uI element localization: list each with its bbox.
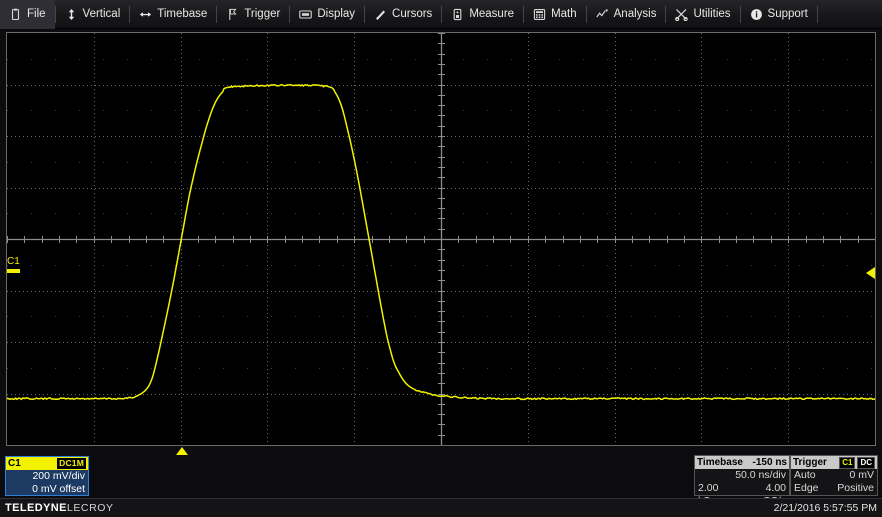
trigger-mode: Auto xyxy=(794,469,816,482)
brand-teledyne: TELEDYNE xyxy=(5,502,67,514)
channel-descriptor-c1[interactable]: C1 DC1M 200 mV/div 0 mV offset xyxy=(5,456,89,496)
oscilloscope-app: File Vertical Timebase xyxy=(0,0,882,517)
menu-item-file[interactable]: File xyxy=(0,0,55,29)
menu-item-support[interactable]: Support xyxy=(741,0,817,29)
menu-item-analysis[interactable]: Analysis xyxy=(587,0,666,29)
channel-coupling-badge[interactable]: DC1M xyxy=(57,458,86,469)
timebase-delay: -150 ns xyxy=(753,458,787,468)
trigger-descriptor[interactable]: Trigger C1 DC Auto 0 mV Edge Positive xyxy=(790,455,878,496)
menu-label: Support xyxy=(768,8,808,20)
menu-label: Utilities xyxy=(693,8,730,20)
menu-label: Analysis xyxy=(614,8,657,20)
trigger-header: Trigger C1 DC xyxy=(791,456,877,469)
menu-item-trigger[interactable]: Trigger xyxy=(217,0,289,29)
menu-label: Display xyxy=(317,8,355,20)
brand-logo: TELEDYNELECROY xyxy=(5,502,114,514)
status-bar: C1 DC1M 200 mV/div 0 mV offset Timebase … xyxy=(0,452,882,498)
footer-bar: TELEDYNELECROY 2/21/2016 5:57:55 PM xyxy=(0,498,882,517)
channel-volts-per-div: 200 mV/div xyxy=(6,470,88,483)
menu-item-vertical[interactable]: Vertical xyxy=(56,0,130,29)
channel-name: C1 xyxy=(8,459,21,469)
waveform-trace xyxy=(7,33,875,445)
menu-label: Math xyxy=(551,8,577,20)
trigger-coupling-badge[interactable]: DC xyxy=(857,457,875,469)
timebase-title: Timebase xyxy=(697,458,743,468)
trigger-slope: Positive xyxy=(837,482,874,495)
trigger-level: 0 mV xyxy=(849,469,874,482)
trigger-type: Edge xyxy=(794,482,819,495)
timestamp: 2/21/2016 5:57:55 PM xyxy=(774,502,877,514)
menu-item-timebase[interactable]: Timebase xyxy=(130,0,216,29)
calculator-icon xyxy=(533,8,546,21)
menu-bar: File Vertical Timebase xyxy=(0,0,882,29)
tools-icon xyxy=(675,8,688,21)
graticule xyxy=(7,33,875,445)
cursor-icon xyxy=(374,8,387,21)
monitor-icon xyxy=(299,8,312,21)
menu-item-display[interactable]: Display xyxy=(290,0,364,29)
waveform-display[interactable]: C1 xyxy=(6,32,876,446)
menu-label: Cursors xyxy=(392,8,432,20)
menu-label: Timebase xyxy=(157,8,207,20)
timebase-header: Timebase -150 ns xyxy=(695,456,789,469)
menu-item-math[interactable]: Math xyxy=(524,0,586,29)
menu-item-utilities[interactable]: Utilities xyxy=(666,0,739,29)
trigger-badges: C1 DC xyxy=(839,457,875,469)
menu-label: Trigger xyxy=(244,8,280,20)
menu-label: Measure xyxy=(469,8,514,20)
timebase-scale-row: 50.0 ns/div xyxy=(695,469,789,482)
channel-offset: 0 mV offset xyxy=(6,483,88,496)
trigger-source-badge[interactable]: C1 xyxy=(839,457,855,469)
channel-ground-marker[interactable] xyxy=(7,269,20,273)
clipboard-icon xyxy=(9,8,22,21)
channel-marker-label: C1 xyxy=(7,257,20,267)
menu-item-cursors[interactable]: Cursors xyxy=(365,0,441,29)
trigger-level-marker[interactable] xyxy=(866,267,875,279)
trigger-position-marker[interactable] xyxy=(176,447,188,455)
leftright-arrow-icon xyxy=(139,8,152,21)
timebase-time-per-div: 50.0 ns/div xyxy=(735,469,786,482)
waveform-icon xyxy=(596,8,609,21)
menu-separator xyxy=(817,6,818,23)
trigger-type-row: Edge Positive xyxy=(791,482,877,495)
menu-label: Vertical xyxy=(83,8,121,20)
updown-arrow-icon xyxy=(65,8,78,21)
flag-icon xyxy=(226,8,239,21)
menu-item-measure[interactable]: Measure xyxy=(442,0,523,29)
timebase-descriptor[interactable]: Timebase -150 ns 50.0 ns/div 2.00 kS 4.0… xyxy=(694,455,790,496)
brand-lecroy: LECROY xyxy=(67,502,114,514)
meter-icon xyxy=(451,8,464,21)
menu-label: File xyxy=(27,8,46,20)
channel-descriptor-header: C1 DC1M xyxy=(6,457,88,470)
info-icon xyxy=(750,8,763,21)
trigger-title: Trigger xyxy=(793,458,827,468)
trigger-mode-row: Auto 0 mV xyxy=(791,469,877,482)
